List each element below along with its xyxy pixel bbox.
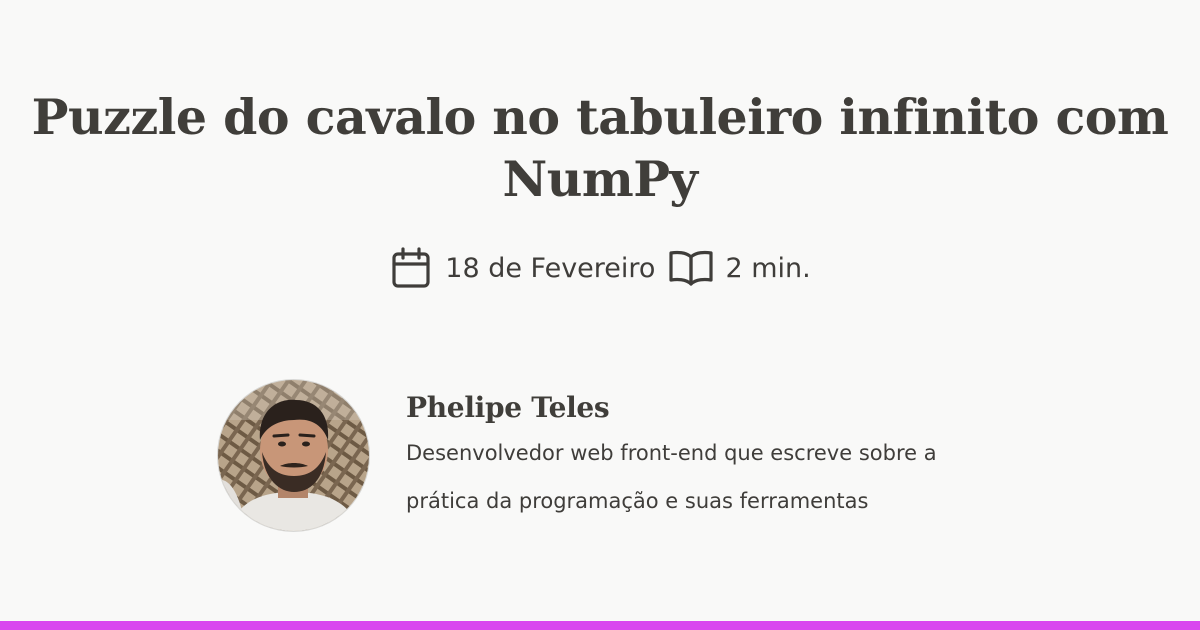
post-meta: 18 de Fevereiro 2 min.	[0, 244, 1200, 292]
author-info: Phelipe Teles Desenvolvedor web front-en…	[406, 387, 1026, 525]
author-name: Phelipe Teles	[406, 391, 610, 424]
author-bio: Desenvolvedor web front-end que escreve …	[406, 441, 937, 513]
reading-time: 2 min.	[725, 252, 811, 284]
accent-bar	[0, 621, 1200, 630]
calendar-icon	[389, 246, 433, 290]
author-avatar	[218, 380, 369, 531]
open-book-icon	[669, 246, 714, 290]
post-date: 18 de Fevereiro	[445, 252, 656, 284]
post-title: Puzzle do cavalo no tabuleiro infinito c…	[31, 88, 1169, 208]
